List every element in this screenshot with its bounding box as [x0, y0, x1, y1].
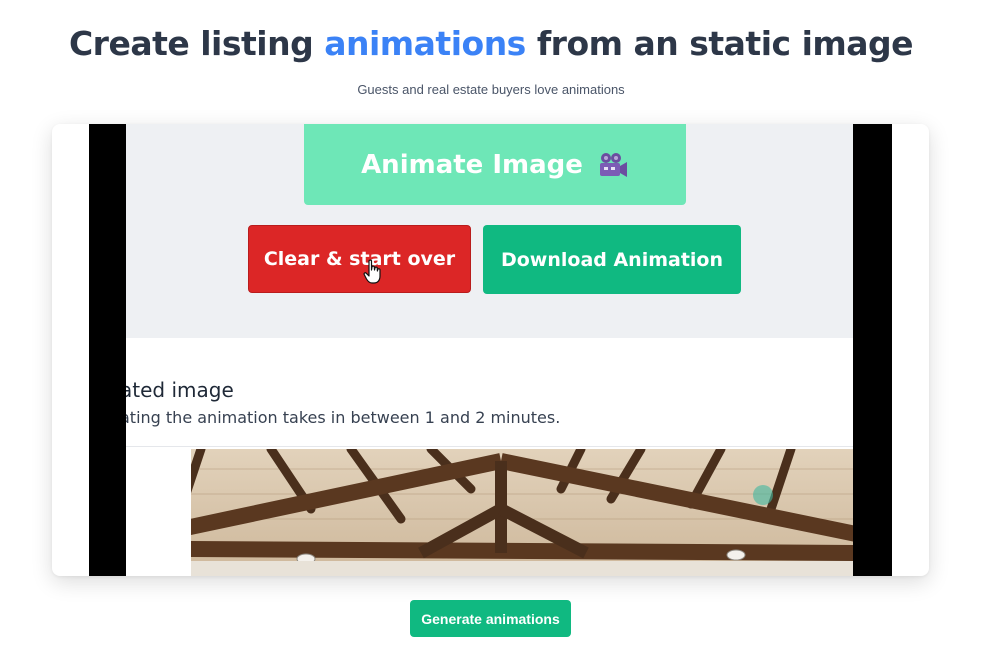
demo-card: Animate Image Clear & start over Downloa… — [52, 124, 929, 576]
page-subtitle: Guests and real estate buyers love anima… — [357, 82, 625, 97]
hand-cursor-icon — [363, 259, 383, 285]
title-suffix: from an static image — [525, 24, 914, 63]
title-accent: animations — [324, 24, 526, 63]
section-heading: ated image — [126, 378, 234, 402]
clear-start-over-button: Clear & start over — [248, 225, 471, 293]
video-frame: Animate Image Clear & start over Downloa… — [126, 124, 853, 576]
animate-image-button: Animate Image — [304, 124, 686, 205]
generate-animations-button[interactable]: Generate animations — [410, 600, 571, 637]
section-description: ating the animation takes in between 1 a… — [126, 408, 561, 427]
page-title: Create listing animations from an static… — [0, 24, 982, 63]
ceiling-beams-photo — [191, 449, 853, 576]
section-divider — [126, 446, 853, 447]
title-prefix: Create listing — [68, 24, 325, 63]
download-animation-button: Download Animation — [483, 225, 741, 294]
movie-camera-icon — [597, 151, 629, 179]
animate-image-label: Animate Image — [361, 149, 583, 180]
demo-video[interactable]: Animate Image Clear & start over Downloa… — [89, 124, 892, 576]
